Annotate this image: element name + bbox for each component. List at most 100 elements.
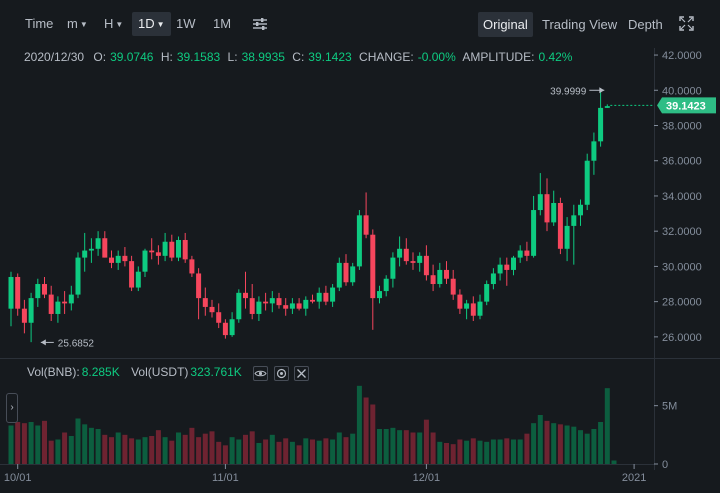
candle — [578, 199, 583, 226]
volume-bar — [450, 444, 456, 464]
candle-body — [303, 299, 309, 309]
candle-body — [62, 301, 68, 304]
volume-bar — [115, 432, 121, 464]
volume-bar — [243, 434, 248, 464]
close-icon[interactable] — [293, 366, 309, 381]
candle-body — [390, 257, 396, 279]
candle-body — [470, 303, 476, 316]
panel-expand-handle[interactable]: › — [6, 393, 18, 423]
candle — [444, 261, 449, 285]
candle — [256, 296, 262, 322]
candle — [484, 280, 490, 306]
candle-body — [591, 141, 597, 161]
candle — [222, 319, 228, 339]
candle-body — [8, 276, 14, 309]
volume-bar — [524, 433, 530, 464]
candle — [423, 245, 429, 281]
candle — [330, 284, 336, 307]
volume-bar — [55, 439, 61, 464]
candle-body — [176, 239, 181, 258]
candle-body — [82, 250, 88, 258]
candle-body — [316, 292, 322, 302]
volume-bar — [544, 420, 550, 464]
candle-body — [269, 298, 275, 304]
candle-body — [370, 234, 376, 299]
volume-bar — [21, 423, 27, 464]
candle — [62, 291, 68, 314]
candle-body — [35, 284, 41, 299]
volume-bar — [229, 437, 235, 464]
volume-bar — [8, 425, 14, 464]
candle-body — [557, 203, 563, 249]
candle — [584, 153, 590, 211]
candle — [410, 252, 416, 270]
candle — [135, 266, 141, 292]
volume-bar — [88, 427, 94, 464]
candle-body — [42, 284, 47, 295]
candle — [196, 268, 202, 320]
candle-body — [363, 215, 369, 235]
x-tick-label: 12/01 — [413, 472, 441, 484]
candle-body — [21, 308, 27, 323]
candle-body — [397, 248, 403, 258]
candle-body — [537, 194, 543, 211]
vol-bnb-label: Vol(BNB): — [27, 365, 80, 379]
candle — [604, 104, 610, 108]
candle-body — [68, 294, 74, 304]
candle — [557, 197, 563, 255]
candle — [377, 285, 382, 304]
volume-bar — [102, 434, 108, 464]
volume-bar — [343, 437, 349, 464]
candle-body — [450, 278, 456, 295]
candle — [289, 298, 295, 314]
candle-body — [216, 312, 222, 323]
candle — [115, 250, 121, 270]
candle — [537, 173, 543, 216]
volume-bar — [269, 434, 275, 464]
settings-icon[interactable] — [273, 366, 289, 381]
candle — [142, 248, 148, 277]
vol-bnb-value: 8.285K — [81, 365, 120, 379]
candle-body — [437, 269, 443, 285]
candle-body — [423, 255, 429, 276]
eye-icon[interactable] — [253, 366, 269, 381]
candle — [524, 241, 530, 262]
volume-bar — [48, 440, 54, 464]
volume-bar — [551, 423, 557, 464]
candle — [276, 292, 282, 309]
volume-bar — [142, 437, 148, 464]
candle-body — [350, 266, 356, 283]
volume-bar — [390, 427, 396, 464]
candle — [202, 287, 208, 316]
candle — [162, 232, 168, 262]
candle — [68, 285, 74, 311]
candle-body — [564, 225, 570, 249]
y-tick-label: 36.0000 — [662, 156, 702, 168]
volume-bar — [397, 430, 403, 464]
candle-body — [202, 298, 208, 307]
volume-bar — [437, 441, 443, 464]
candle-body — [276, 298, 282, 306]
candle — [598, 90, 604, 147]
candle-body — [410, 261, 416, 263]
candle-body — [517, 250, 523, 258]
volume-bar — [176, 432, 181, 464]
candle-body — [28, 298, 34, 323]
candle — [490, 268, 496, 290]
volume-tick-label: 5M — [662, 401, 677, 413]
volume-bar — [511, 439, 516, 464]
candle — [504, 257, 510, 286]
volume-bar — [182, 434, 188, 464]
candle-body — [229, 319, 235, 336]
candle — [169, 234, 175, 262]
candle-body — [417, 255, 423, 263]
candle — [470, 296, 476, 322]
candle — [283, 298, 289, 316]
min-arrow-icon — [40, 339, 46, 346]
volume-bar — [162, 437, 168, 464]
volume-bar — [249, 431, 255, 464]
volume-bar — [430, 432, 436, 464]
candle — [350, 262, 356, 286]
price-chart[interactable]: 42.0000 40.0000 38.0000 36.0000 34.0000 32.00… — [0, 0, 720, 493]
candle-body — [243, 292, 248, 299]
